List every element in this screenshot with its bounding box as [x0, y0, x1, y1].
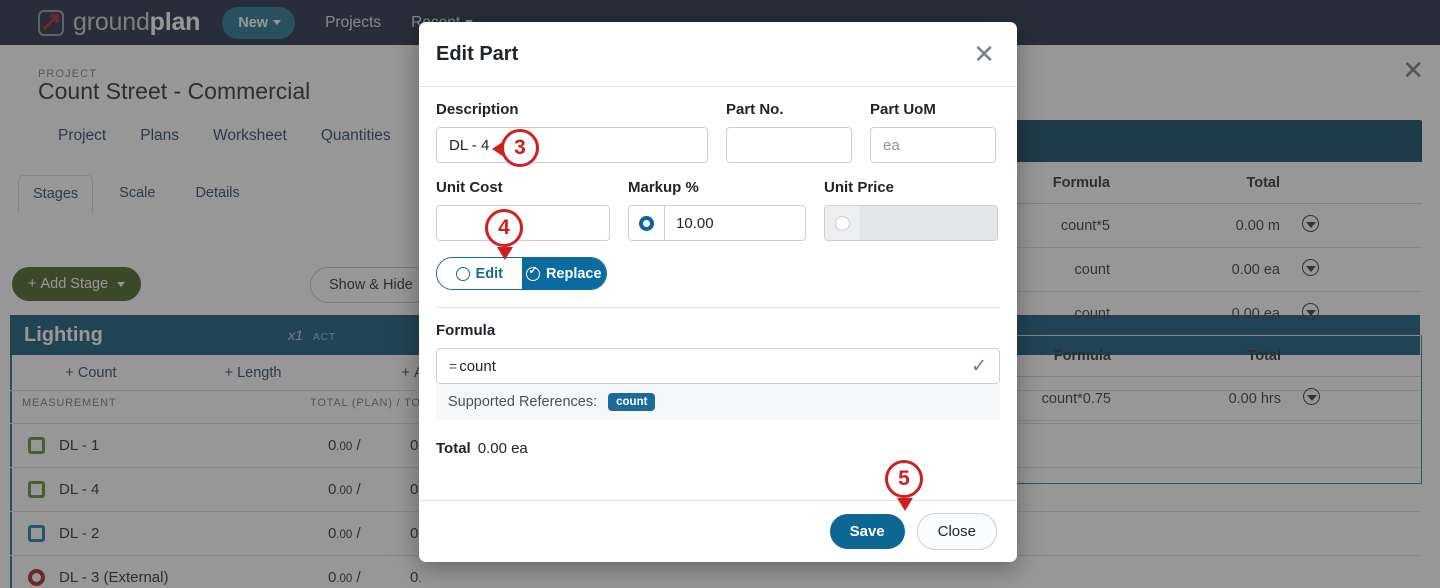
- divider: [436, 307, 1000, 308]
- description-input[interactable]: DL - 4: [436, 127, 708, 163]
- close-button[interactable]: Close: [916, 513, 997, 550]
- unit-price-label: Unit Price: [824, 179, 895, 196]
- callout-badge-5: 5: [885, 460, 925, 511]
- edit-option[interactable]: Edit: [437, 258, 522, 289]
- supported-references: Supported References: count: [436, 384, 1000, 420]
- check-circle-icon: [525, 264, 540, 281]
- reference-chip-count[interactable]: count: [608, 393, 656, 411]
- unit-cost-label: Unit Cost: [436, 179, 503, 196]
- description-label: Description: [436, 101, 519, 118]
- screen: groundplan New Projects Recent PROJECT C…: [0, 0, 1440, 588]
- unit-price-field[interactable]: [824, 205, 998, 241]
- unit-price-input: [861, 206, 997, 240]
- dialog-title: Edit Part: [436, 42, 519, 65]
- formula-value: count: [459, 357, 496, 375]
- supported-references-label: Supported References:: [448, 394, 598, 410]
- close-icon[interactable]: ✕: [973, 41, 995, 67]
- edit-replace-toggle[interactable]: Edit Replace: [436, 257, 607, 290]
- radio-selected-icon: [639, 215, 654, 231]
- markup-radio[interactable]: [629, 206, 665, 240]
- markup-input[interactable]: 10.00: [665, 206, 805, 240]
- replace-option[interactable]: Replace: [521, 258, 606, 289]
- callout-badge-4: 4: [485, 209, 525, 260]
- part-no-input[interactable]: [726, 127, 852, 163]
- part-uom-input[interactable]: ea: [870, 127, 996, 163]
- part-uom-label: Part UoM: [870, 101, 936, 118]
- formula-prefix: =: [449, 358, 458, 374]
- edit-part-dialog: Edit Part ✕ Description DL - 4 Part No. …: [419, 22, 1017, 562]
- part-no-label: Part No.: [726, 101, 784, 118]
- formula-label: Formula: [436, 322, 496, 339]
- markup-label: Markup %: [628, 179, 699, 196]
- dialog-header: Edit Part ✕: [419, 22, 1017, 86]
- total-label: Total: [436, 440, 471, 457]
- formula-input[interactable]: = count ✓: [436, 348, 1000, 384]
- radio-unselected-icon: [835, 215, 850, 231]
- check-icon: ✓: [971, 355, 987, 377]
- total-row: Total 0.00 ea: [436, 440, 1000, 457]
- markup-field[interactable]: 10.00: [628, 205, 806, 241]
- save-button[interactable]: Save: [829, 514, 905, 549]
- unit-price-radio[interactable]: [825, 206, 861, 240]
- dialog-footer: Save Close: [419, 500, 1017, 562]
- radio-unselected-icon: [455, 266, 470, 281]
- total-value: 0.00 ea: [477, 440, 528, 457]
- callout-badge-3: 3: [492, 129, 541, 169]
